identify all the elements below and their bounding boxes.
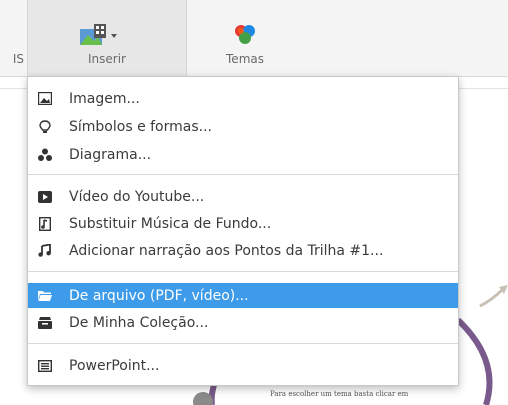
insert-media-icon bbox=[80, 24, 117, 45]
menu-item-youtube-video[interactable]: Vídeo do Youtube... bbox=[28, 184, 458, 209]
toolbar-item-previous-label: IS bbox=[12, 52, 24, 66]
menu-separator bbox=[28, 271, 458, 272]
menu-item-from-collection[interactable]: De Minha Coleção... bbox=[28, 310, 458, 335]
menu-separator bbox=[28, 174, 458, 175]
music-file-icon bbox=[38, 216, 52, 231]
menu-item-label: Imagem... bbox=[69, 90, 140, 107]
image-icon bbox=[38, 92, 52, 106]
collection-icon bbox=[38, 316, 52, 330]
menu-item-label: Símbolos e formas... bbox=[69, 118, 212, 135]
play-icon bbox=[38, 190, 52, 204]
menu-item-label: Substituir Música de Fundo... bbox=[69, 215, 272, 232]
canvas-caption: Para escolher um tema basta clicar em bbox=[270, 390, 409, 398]
music-note-icon bbox=[38, 244, 52, 258]
menu-item-diagram[interactable]: Diagrama... bbox=[28, 142, 458, 167]
menu-item-label: PowerPoint... bbox=[69, 357, 160, 374]
folder-icon bbox=[38, 289, 52, 303]
menu-item-label: Adicionar narração aos Pontos da Trilha … bbox=[69, 242, 384, 259]
menu-item-add-narration[interactable]: Adicionar narração aos Pontos da Trilha … bbox=[28, 238, 458, 263]
insert-dropdown-menu: Imagem... Símbolos e formas... Diagrama.… bbox=[27, 76, 459, 386]
menu-item-label: Diagrama... bbox=[69, 146, 152, 163]
menu-item-background-music[interactable]: Substituir Música de Fundo... bbox=[28, 211, 458, 236]
menu-item-powerpoint[interactable]: PowerPoint... bbox=[28, 353, 458, 378]
lightbulb-icon bbox=[38, 119, 52, 134]
insert-button[interactable]: Inserir bbox=[27, 0, 187, 76]
menu-item-image[interactable]: Imagem... bbox=[28, 86, 458, 111]
menu-item-from-file[interactable]: De arquivo (PDF, vídeo)... bbox=[28, 283, 458, 308]
powerpoint-icon bbox=[38, 359, 52, 373]
insert-label: Inserir bbox=[88, 52, 126, 66]
menu-item-label: De Minha Coleção... bbox=[69, 314, 209, 331]
themes-button[interactable]: Temas bbox=[185, 0, 305, 76]
menu-item-label: De arquivo (PDF, vídeo)... bbox=[69, 287, 249, 304]
menu-separator bbox=[28, 343, 458, 344]
toolbar-item-previous[interactable]: IS bbox=[0, 0, 26, 76]
menu-item-symbols-shapes[interactable]: Símbolos e formas... bbox=[28, 114, 458, 139]
themes-label: Temas bbox=[226, 52, 264, 66]
toolbar: IS Inserir Temas bbox=[0, 0, 508, 77]
menu-item-label: Vídeo do Youtube... bbox=[69, 188, 205, 205]
themes-icon bbox=[235, 25, 255, 44]
diagram-icon bbox=[38, 148, 52, 162]
